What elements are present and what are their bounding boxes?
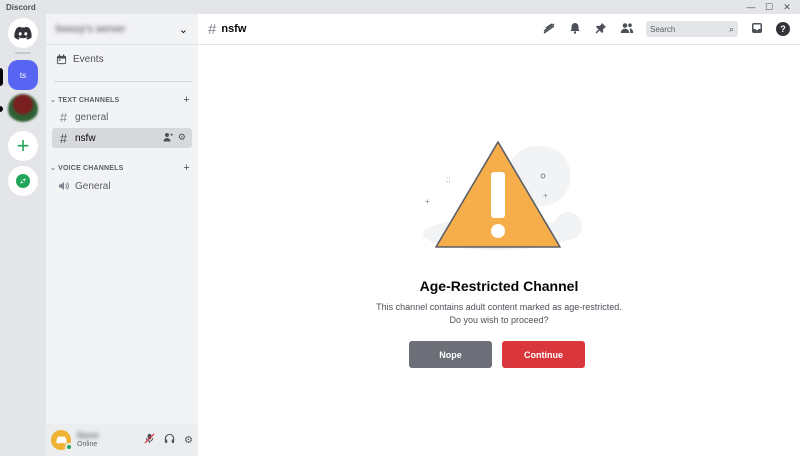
- active-server-indicator: [0, 68, 3, 86]
- events-item[interactable]: Events: [56, 54, 104, 65]
- hash-icon: #: [59, 130, 68, 146]
- search-box[interactable]: ⌕: [646, 21, 738, 37]
- headphones-icon[interactable]: [164, 433, 175, 447]
- online-status-dot: [65, 443, 73, 451]
- channel-name: general: [75, 111, 109, 123]
- hash-icon: #: [208, 20, 217, 38]
- main-content: # nsfw ⌕ ?: [198, 14, 800, 456]
- unread-server-indicator: [0, 106, 3, 112]
- discover-button[interactable]: [8, 166, 38, 196]
- hash-icon: #: [59, 109, 68, 125]
- user-info[interactable]: Name Online: [77, 431, 99, 449]
- gear-icon[interactable]: ⚙: [184, 435, 193, 446]
- discord-logo-icon: [55, 436, 67, 444]
- channel-header: # nsfw ⌕ ?: [198, 14, 800, 45]
- app-title: Discord: [6, 2, 36, 12]
- server-name: boozy's server: [56, 23, 126, 35]
- inbox-icon[interactable]: [750, 22, 764, 37]
- voice-channel-general[interactable]: General: [52, 176, 192, 196]
- close-button[interactable]: ✕: [778, 0, 796, 14]
- discord-logo-icon: [14, 26, 32, 40]
- continue-button[interactable]: Continue: [502, 341, 585, 368]
- channel-nsfw[interactable]: # nsfw ⚙: [52, 128, 192, 148]
- gate-description: This channel contains adult content mark…: [198, 301, 800, 327]
- rail-divider: [15, 52, 31, 54]
- svg-text:::: ::: [446, 175, 450, 184]
- search-icon: ⌕: [728, 23, 734, 34]
- gate-description-line1: This channel contains adult content mark…: [376, 302, 622, 312]
- chevron-down-icon: ⌄: [178, 23, 188, 36]
- channel-general[interactable]: # general: [52, 107, 192, 127]
- username: Name: [77, 431, 99, 440]
- user-status: Online: [77, 441, 98, 448]
- channel-name: General: [75, 180, 111, 192]
- speaker-icon: [58, 179, 69, 194]
- svg-text:+: +: [543, 191, 548, 200]
- create-channel-button[interactable]: +: [183, 162, 190, 174]
- pin-icon[interactable]: [594, 22, 608, 37]
- svg-text:+: +: [425, 197, 430, 206]
- avatar[interactable]: [51, 430, 73, 451]
- compass-icon: [16, 174, 30, 188]
- window-controls: — ☐ ✕: [742, 0, 796, 14]
- channel-name: nsfw: [75, 132, 96, 144]
- chevron-down-icon: ⌄: [50, 165, 57, 172]
- nope-button[interactable]: Nope: [409, 341, 492, 368]
- gear-icon[interactable]: ⚙: [178, 132, 186, 144]
- category-label: VOICE CHANNELS: [58, 164, 124, 172]
- server-header[interactable]: boozy's server ⌄: [46, 14, 198, 45]
- home-button[interactable]: [8, 18, 38, 48]
- sidebar-separator: [54, 81, 192, 82]
- window-titlebar: Discord — ☐ ✕: [0, 0, 800, 14]
- server-rail: ts +: [0, 14, 46, 456]
- help-icon[interactable]: ?: [776, 22, 790, 36]
- channel-sidebar: boozy's server ⌄ Events ⌄ TEXT CHANNELS +…: [46, 14, 198, 456]
- threads-icon[interactable]: [542, 22, 556, 37]
- minimize-button[interactable]: —: [742, 0, 760, 14]
- category-text-channels[interactable]: ⌄ TEXT CHANNELS +: [50, 94, 192, 106]
- bell-icon[interactable]: [568, 22, 582, 37]
- events-label: Events: [73, 54, 104, 65]
- calendar-icon: [56, 54, 67, 65]
- channel-title: nsfw: [221, 23, 247, 35]
- mute-icon[interactable]: [144, 433, 155, 447]
- maximize-button[interactable]: ☐: [760, 0, 778, 14]
- add-server-button[interactable]: +: [8, 131, 38, 161]
- search-input[interactable]: [650, 24, 720, 34]
- plus-icon: +: [16, 133, 30, 158]
- gate-title: Age-Restricted Channel: [419, 278, 579, 294]
- chevron-down-icon: ⌄: [50, 97, 57, 104]
- warning-illustration: :: + +: [423, 141, 582, 250]
- server-icon-active[interactable]: ts: [8, 60, 38, 90]
- create-channel-button[interactable]: +: [183, 94, 190, 106]
- category-voice-channels[interactable]: ⌄ VOICE CHANNELS +: [50, 162, 192, 174]
- user-panel: Name Online ⚙: [46, 424, 198, 456]
- invite-icon[interactable]: [163, 132, 173, 144]
- server-initials: ts: [19, 70, 27, 80]
- members-icon[interactable]: [620, 22, 634, 37]
- server-icon-2[interactable]: [8, 94, 38, 124]
- category-label: TEXT CHANNELS: [58, 96, 120, 104]
- gate-description-line2: Do you wish to proceed?: [449, 315, 549, 325]
